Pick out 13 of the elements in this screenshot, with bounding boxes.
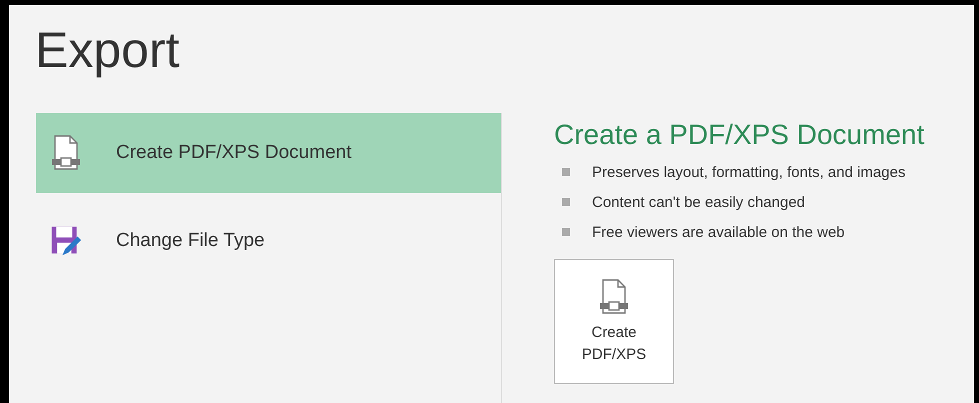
section-heading: Create a PDF/XPS Document [554, 119, 924, 151]
document-icon [599, 278, 629, 316]
create-pdf-button[interactable]: Create PDF/XPS [554, 259, 674, 384]
page-title: Export [34, 21, 181, 80]
bullet-icon [562, 198, 570, 206]
bullet-text: Content can't be easily changed [592, 194, 806, 210]
export-option[interactable]: Change File Type [36, 201, 501, 281]
bullet-text: Preserves layout, formatting, fonts, and images [592, 164, 906, 180]
bullet-text: Free viewers are available on the web [592, 224, 845, 240]
document-icon [50, 135, 82, 171]
bullet-icon [562, 168, 570, 176]
export-option[interactable]: Create PDF/XPS Document [36, 113, 501, 193]
bullet-icon [562, 228, 570, 236]
